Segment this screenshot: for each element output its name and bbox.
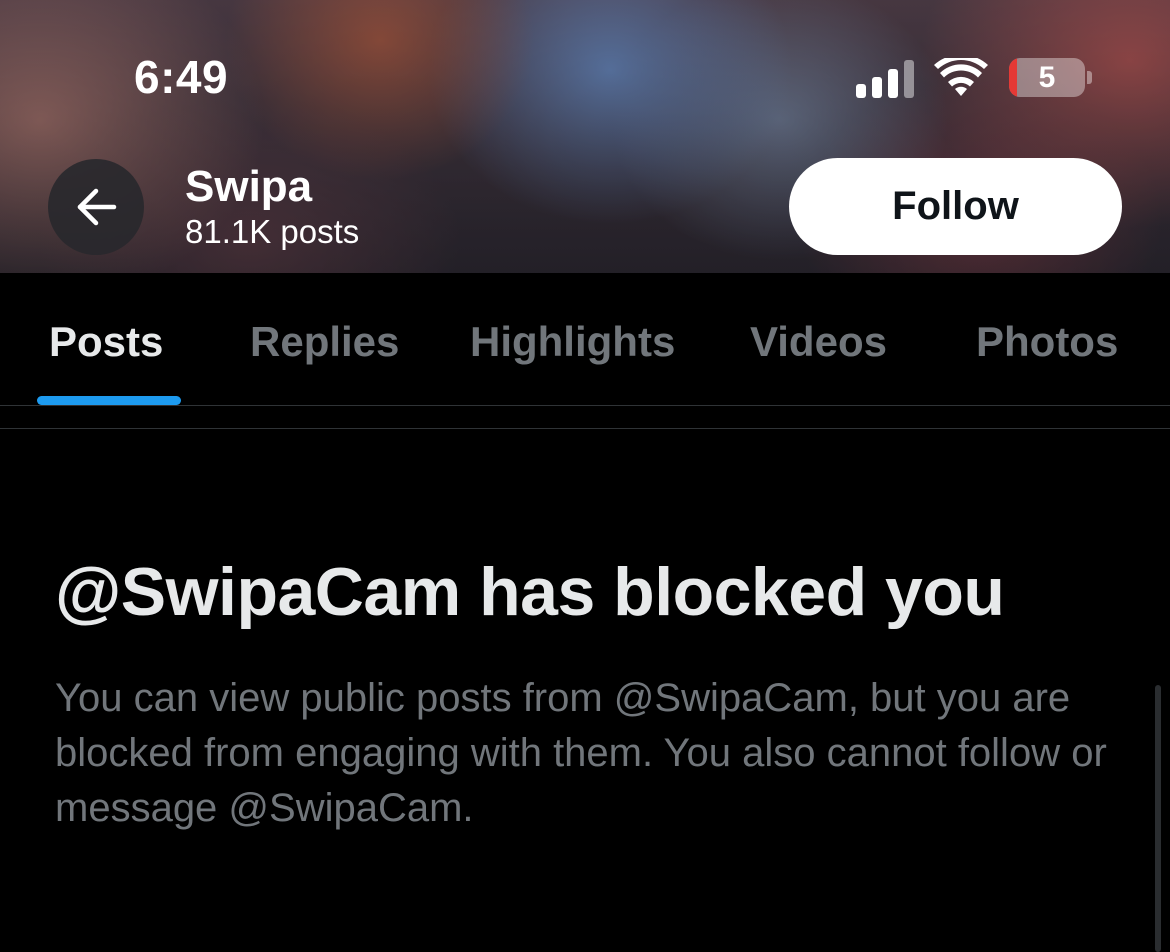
signal-icon bbox=[856, 60, 914, 98]
tab-replies[interactable]: Replies bbox=[250, 318, 399, 366]
active-tab-indicator bbox=[37, 396, 181, 405]
tabs-divider bbox=[0, 405, 1170, 406]
tab-videos[interactable]: Videos bbox=[750, 318, 887, 366]
post-count: 81.1K posts bbox=[185, 213, 360, 250]
wifi-icon bbox=[934, 54, 988, 103]
battery-cap bbox=[1087, 71, 1092, 84]
blocked-description: You can view public posts from @SwipaCam… bbox=[55, 676, 1107, 830]
profile-name: Swipa bbox=[185, 162, 313, 211]
tab-highlights[interactable]: Highlights bbox=[470, 318, 675, 366]
back-button[interactable] bbox=[48, 159, 144, 255]
tab-posts[interactable]: Posts bbox=[49, 318, 163, 366]
blocked-title: @SwipaCam has blocked you bbox=[55, 554, 1005, 630]
battery-icon: 5 bbox=[1009, 58, 1085, 97]
battery-percentage: 5 bbox=[1038, 61, 1056, 94]
profile-tabs: Posts Replies Highlights Videos Photos bbox=[0, 273, 1170, 405]
arrow-left-icon bbox=[77, 188, 117, 226]
scrollbar[interactable] bbox=[1155, 685, 1161, 952]
follow-button[interactable]: Follow bbox=[789, 158, 1122, 255]
tab-photos[interactable]: Photos bbox=[976, 318, 1118, 366]
status-time: 6:49 bbox=[134, 51, 229, 103]
content-divider bbox=[0, 428, 1170, 429]
